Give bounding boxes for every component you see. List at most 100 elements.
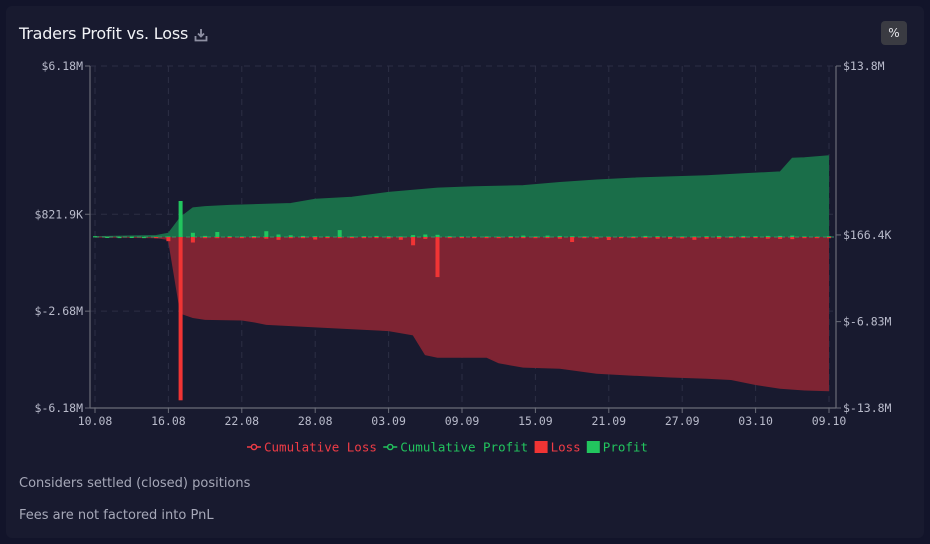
left-tick-label: $821.9K: [35, 207, 84, 221]
legend-marker-icon: [386, 443, 394, 451]
legend-label: Cumulative Loss: [264, 440, 377, 455]
profit-bar: [190, 232, 195, 237]
loss-bar: [741, 237, 746, 239]
loss-bar: [521, 237, 526, 239]
profit-bar: [105, 236, 110, 238]
profit-bar: [301, 235, 305, 238]
profit-bar: [643, 235, 648, 238]
loss-bar: [790, 237, 795, 240]
loss-bar: [692, 237, 697, 240]
loss-bar: [533, 237, 538, 239]
left-tick-label: $6.18M: [41, 59, 83, 73]
loss-bar: [374, 237, 379, 239]
x-tick-label: 16.08: [151, 414, 186, 428]
loss-bar: [570, 237, 575, 242]
loss-bar: [643, 237, 648, 239]
loss-bar: [301, 237, 305, 239]
loss-bar: [154, 237, 159, 239]
profit-bar: [276, 234, 281, 237]
x-tick-label: 28.08: [298, 414, 333, 428]
loss-bar: [496, 237, 501, 239]
loss-bar: [460, 237, 464, 239]
loss-bar: [178, 237, 183, 401]
loss-bar: [362, 237, 367, 239]
profit-bar: [288, 235, 293, 237]
profit-bar: [765, 235, 770, 238]
legend-label: Loss: [551, 440, 581, 455]
profit-bar: [423, 234, 428, 237]
loss-bar: [680, 237, 685, 239]
profit-bar: [215, 232, 220, 237]
loss-bar: [166, 237, 171, 242]
pnl-chart: $6.18M $821.9K $-2.68M $-6.18M $13.8M $166.4K…: [35, 59, 892, 455]
right-tick-label: $-6.83M: [843, 315, 892, 329]
profit-bar: [790, 235, 795, 237]
loss-bar: [619, 237, 623, 239]
x-tick-label: 03.10: [738, 414, 773, 428]
loss-bar: [252, 237, 256, 239]
loss-bar: [203, 237, 208, 239]
loss-bar: [447, 237, 452, 239]
profit-bar: [141, 236, 146, 239]
loss-bar: [508, 237, 513, 239]
cumulative-areas: [94, 155, 835, 392]
loss-bar: [435, 237, 440, 278]
profit-bar: [435, 234, 440, 237]
right-tick-label: $166.4K: [843, 228, 892, 242]
profit-bar: [778, 235, 783, 238]
left-tick-label: $-6.18M: [35, 401, 84, 415]
loss-bar: [484, 237, 489, 239]
loss-bar: [594, 237, 599, 239]
loss-bar: [655, 237, 660, 239]
loss-bar: [557, 237, 562, 239]
profit-bar: [93, 236, 97, 238]
profit-bar: [129, 236, 134, 238]
loss-bar: [215, 237, 220, 239]
loss-bar: [411, 237, 416, 246]
loss-bar: [386, 237, 391, 239]
loss-bar: [802, 237, 807, 239]
loss-bar: [582, 237, 587, 239]
profit-bar: [411, 235, 416, 237]
profit-bar: [741, 235, 746, 238]
loss-bar: [814, 237, 819, 239]
x-tick-label: 10.08: [78, 414, 113, 428]
legend-label: Cumulative Profit: [400, 440, 528, 455]
legend-marker-icon: [250, 443, 258, 451]
left-tick-label: $-2.68M: [35, 304, 84, 318]
legend-box-icon: [534, 441, 548, 453]
profit-bar: [203, 235, 208, 238]
profit-bar: [264, 231, 269, 237]
profit-bar: [178, 201, 183, 237]
x-tick-label: 03.09: [371, 414, 406, 428]
x-tick-label: 22.08: [224, 414, 259, 428]
profit-bar: [557, 235, 562, 238]
loss-bar: [704, 237, 709, 239]
x-tick-label: 09.10: [812, 414, 847, 428]
loss-bar: [668, 237, 672, 239]
right-tick-label: $-13.8M: [843, 401, 892, 415]
profit-bar: [337, 230, 342, 237]
profit-bar: [545, 235, 550, 237]
loss-bar: [472, 237, 477, 239]
x-tick-label: 15.09: [518, 414, 553, 428]
loss-bar: [227, 237, 232, 239]
loss-bar: [716, 237, 721, 239]
x-tick-label: 21.09: [591, 414, 626, 428]
loss-bar: [765, 237, 770, 239]
legend-box-icon: [586, 441, 600, 453]
loss-bar: [325, 237, 330, 239]
loss-bar: [190, 237, 195, 243]
loss-bar: [288, 237, 293, 239]
x-tick-label: 27.09: [665, 414, 700, 428]
loss-bar: [349, 237, 354, 239]
loss-bar: [729, 237, 734, 239]
right-tick-label: $13.8M: [843, 59, 885, 73]
loss-bar: [778, 237, 783, 239]
profit-bar: [117, 236, 122, 239]
loss-bar: [313, 237, 318, 240]
loss-bar: [827, 237, 831, 239]
profit-bar: [716, 235, 721, 238]
loss-bar: [423, 237, 428, 239]
note-fees: Fees are not factored into PnL: [19, 508, 214, 523]
